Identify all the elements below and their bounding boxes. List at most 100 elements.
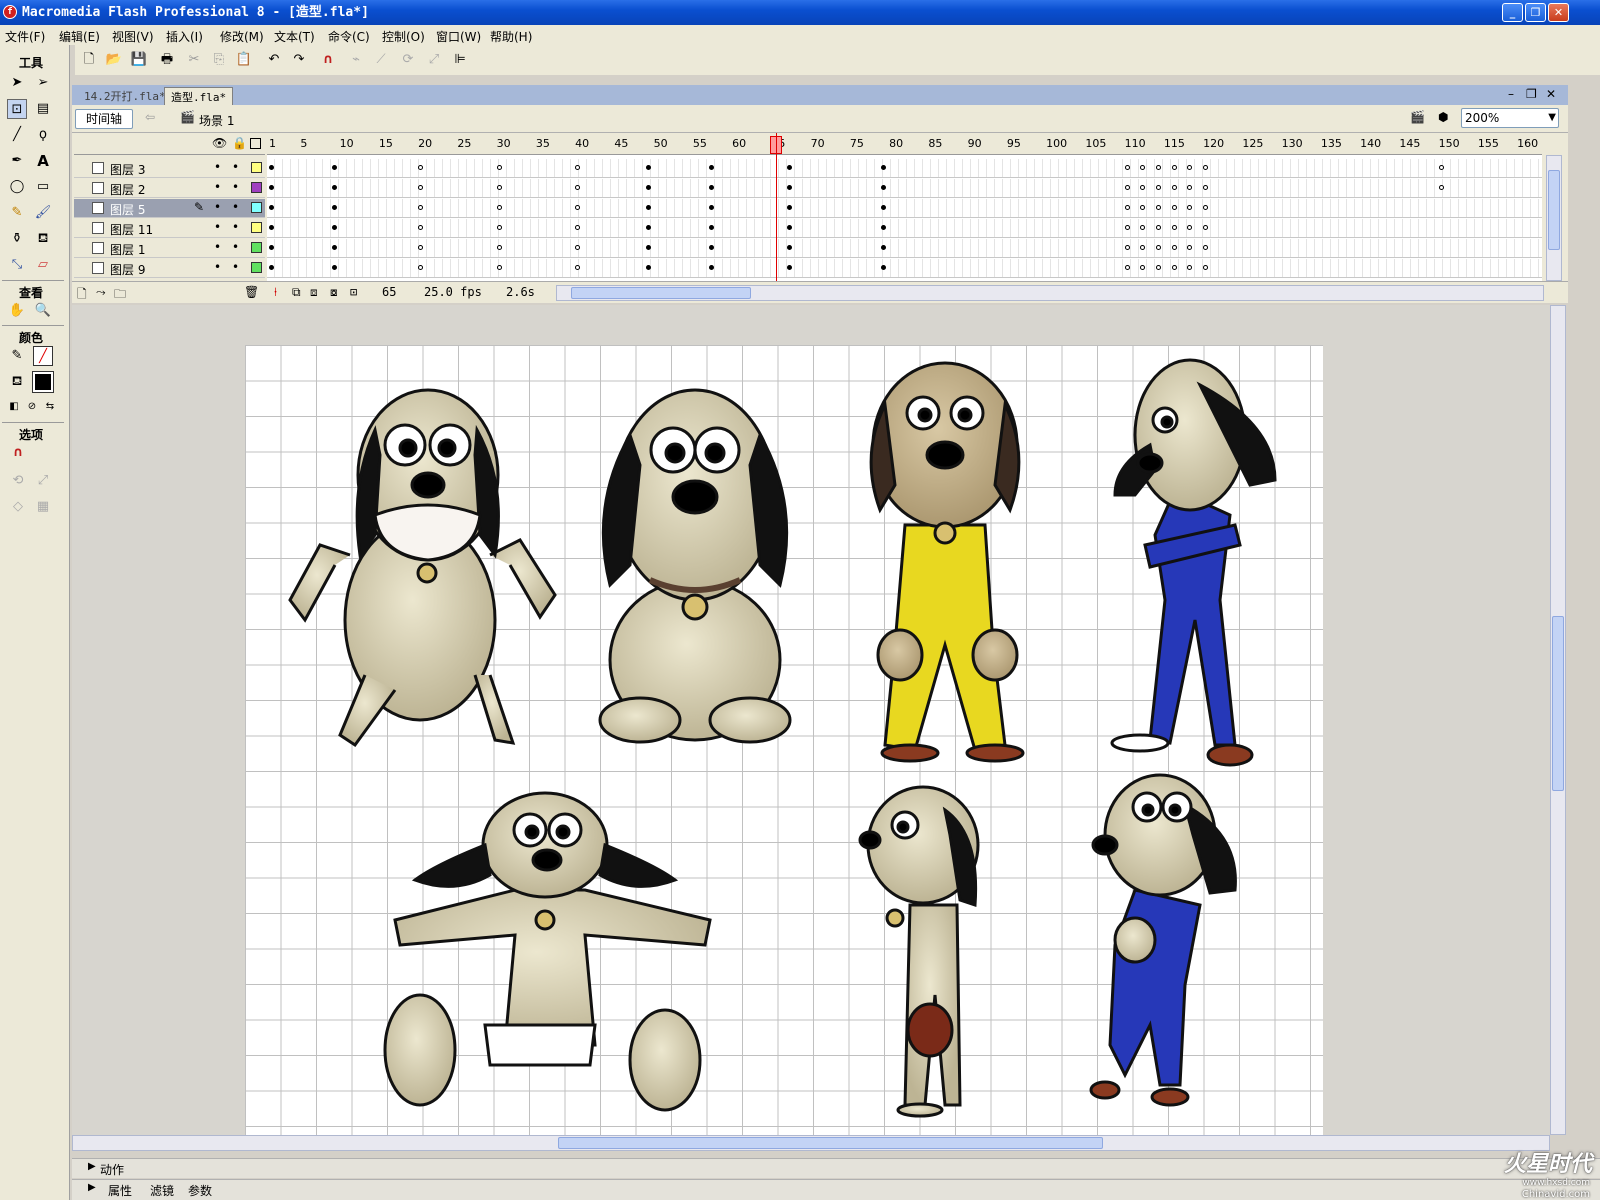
- keyframe-marker[interactable]: [645, 205, 651, 210]
- redo-icon[interactable]: ↷: [290, 51, 308, 69]
- no-color-icon[interactable]: ⊘: [22, 397, 42, 417]
- text-tool-icon[interactable]: A: [33, 151, 53, 171]
- frame-row[interactable]: [267, 159, 1542, 178]
- keyframe-marker[interactable]: [269, 165, 274, 170]
- keyframe-marker[interactable]: [331, 205, 337, 210]
- stage-canvas[interactable]: [245, 345, 1323, 1135]
- swap-colors-icon[interactable]: ⇆: [40, 397, 60, 417]
- frame-row[interactable]: [267, 219, 1542, 238]
- tab-parameters[interactable]: 参数: [188, 1182, 212, 1199]
- keyframe-marker[interactable]: [708, 205, 714, 210]
- keyframe-marker[interactable]: [1124, 185, 1130, 190]
- keyframe-marker[interactable]: [496, 245, 502, 250]
- keyframe-marker[interactable]: [645, 245, 651, 250]
- keyframe-marker[interactable]: [1171, 225, 1177, 230]
- visible-dot[interactable]: •: [214, 160, 221, 174]
- close-button[interactable]: ✕: [1548, 3, 1569, 22]
- layer-color-swatch[interactable]: [251, 202, 262, 213]
- layer-row[interactable]: 图层 3 • •: [74, 159, 265, 178]
- keyframe-marker[interactable]: [496, 225, 502, 230]
- align-icon[interactable]: ⊫: [451, 51, 469, 69]
- layer-row[interactable]: 图层 11 • •: [74, 219, 265, 238]
- menu-modify[interactable]: 修改(M): [220, 28, 264, 45]
- rotate-icon[interactable]: ⟳: [399, 51, 417, 69]
- stage-hscroll-thumb[interactable]: [558, 1137, 1103, 1149]
- layer-row[interactable]: 图层 2 • •: [74, 179, 265, 198]
- keyframe-marker[interactable]: [331, 245, 337, 250]
- eyedropper-icon[interactable]: ⤡: [7, 255, 27, 275]
- magnet-icon[interactable]: ∩: [8, 443, 28, 463]
- visible-dot[interactable]: •: [214, 180, 221, 194]
- edit-symbol-icon[interactable]: ⬢: [1438, 110, 1448, 124]
- keyframe-marker[interactable]: [645, 185, 651, 190]
- onion-skin-icon[interactable]: ⧉: [292, 285, 301, 300]
- keyframe-marker[interactable]: [1171, 245, 1177, 250]
- keyframe-marker[interactable]: [1171, 265, 1177, 270]
- brush-tool-icon[interactable]: 🖌: [33, 203, 53, 223]
- keyframe-marker[interactable]: [708, 225, 714, 230]
- timeline-hscroll[interactable]: [556, 285, 1544, 301]
- keyframe-marker[interactable]: [496, 265, 502, 270]
- ink-bottle-icon[interactable]: ⚱: [7, 229, 27, 249]
- stroke-color-icon[interactable]: ✎: [7, 346, 27, 366]
- fill-color-icon[interactable]: ⛾: [7, 372, 27, 392]
- actions-panel-header[interactable]: ▶ 动作: [72, 1158, 1600, 1178]
- frame-row[interactable]: [267, 179, 1542, 198]
- keyframe-marker[interactable]: [708, 265, 714, 270]
- keyframe-marker[interactable]: [331, 225, 337, 230]
- hand-tool-icon[interactable]: ✋: [7, 301, 27, 321]
- timeline-vscroll-thumb[interactable]: [1548, 170, 1560, 250]
- restore-button[interactable]: ❐: [1525, 3, 1546, 22]
- frame-ruler[interactable]: 1510152025303540455055606570758085909510…: [267, 133, 1542, 155]
- keyframe-marker[interactable]: [496, 205, 502, 210]
- keyframe-marker[interactable]: [1438, 165, 1444, 170]
- keyframe-marker[interactable]: [1124, 225, 1130, 230]
- lock-icon[interactable]: 🔒: [232, 136, 247, 150]
- stage-vscroll[interactable]: [1550, 305, 1566, 1135]
- menu-file[interactable]: 文件(F): [5, 28, 45, 45]
- onion-outline-icon[interactable]: ⧈: [310, 285, 318, 300]
- pen-tool-icon[interactable]: ✒: [7, 151, 27, 171]
- keyframe-marker[interactable]: [331, 265, 337, 270]
- visible-dot[interactable]: •: [214, 240, 221, 254]
- layer-color-swatch[interactable]: [251, 242, 262, 253]
- keyframe-marker[interactable]: [1124, 265, 1130, 270]
- timeline-toggle-button[interactable]: 时间轴: [75, 109, 133, 129]
- keyframe-marker[interactable]: [1124, 245, 1130, 250]
- menu-edit[interactable]: 编辑(E): [59, 28, 100, 45]
- copy-icon[interactable]: ⎘: [210, 51, 228, 69]
- oval-tool-icon[interactable]: ◯: [7, 177, 27, 197]
- visible-dot[interactable]: •: [214, 200, 221, 214]
- keyframe-marker[interactable]: [269, 225, 274, 230]
- keyframe-marker[interactable]: [645, 265, 651, 270]
- straighten-icon[interactable]: ⟋: [372, 51, 390, 69]
- print-icon[interactable]: 🖶: [158, 51, 176, 69]
- doc-restore-icon[interactable]: ❐: [1526, 87, 1537, 101]
- scale-toolbar-icon[interactable]: ⤢: [425, 51, 443, 69]
- layer-row[interactable]: 图层 1 • •: [74, 239, 265, 258]
- cut-icon[interactable]: ✂: [185, 51, 203, 69]
- keyframe-marker[interactable]: [1171, 165, 1177, 170]
- stage-vscroll-thumb[interactable]: [1552, 616, 1564, 791]
- lock-dot[interactable]: •: [232, 220, 239, 234]
- add-layer-icon[interactable]: 🗋: [77, 285, 87, 306]
- back-arrow-icon[interactable]: ⇦: [145, 110, 155, 124]
- undo-icon[interactable]: ↶: [265, 51, 283, 69]
- tab-properties[interactable]: 属性: [108, 1182, 132, 1199]
- layer-color-swatch[interactable]: [251, 162, 262, 173]
- paint-bucket-icon[interactable]: ⛾: [33, 229, 53, 249]
- frame-grid[interactable]: 1510152025303540455055606570758085909510…: [267, 133, 1542, 281]
- frame-row[interactable]: [267, 259, 1542, 278]
- menu-help[interactable]: 帮助(H): [490, 28, 532, 45]
- menu-window[interactable]: 窗口(W): [436, 28, 481, 45]
- fill-color-swatch[interactable]: [32, 371, 54, 393]
- keyframe-marker[interactable]: [496, 185, 502, 190]
- free-transform-icon[interactable]: ⊡: [7, 99, 27, 119]
- lock-dot[interactable]: •: [232, 180, 239, 194]
- keyframe-marker[interactable]: [331, 185, 337, 190]
- keyframe-marker[interactable]: [708, 245, 714, 250]
- minimize-button[interactable]: _: [1502, 3, 1523, 22]
- lock-dot[interactable]: •: [232, 160, 239, 174]
- onion-markers-icon[interactable]: ⊡: [350, 285, 357, 299]
- menu-control[interactable]: 控制(O): [382, 28, 425, 45]
